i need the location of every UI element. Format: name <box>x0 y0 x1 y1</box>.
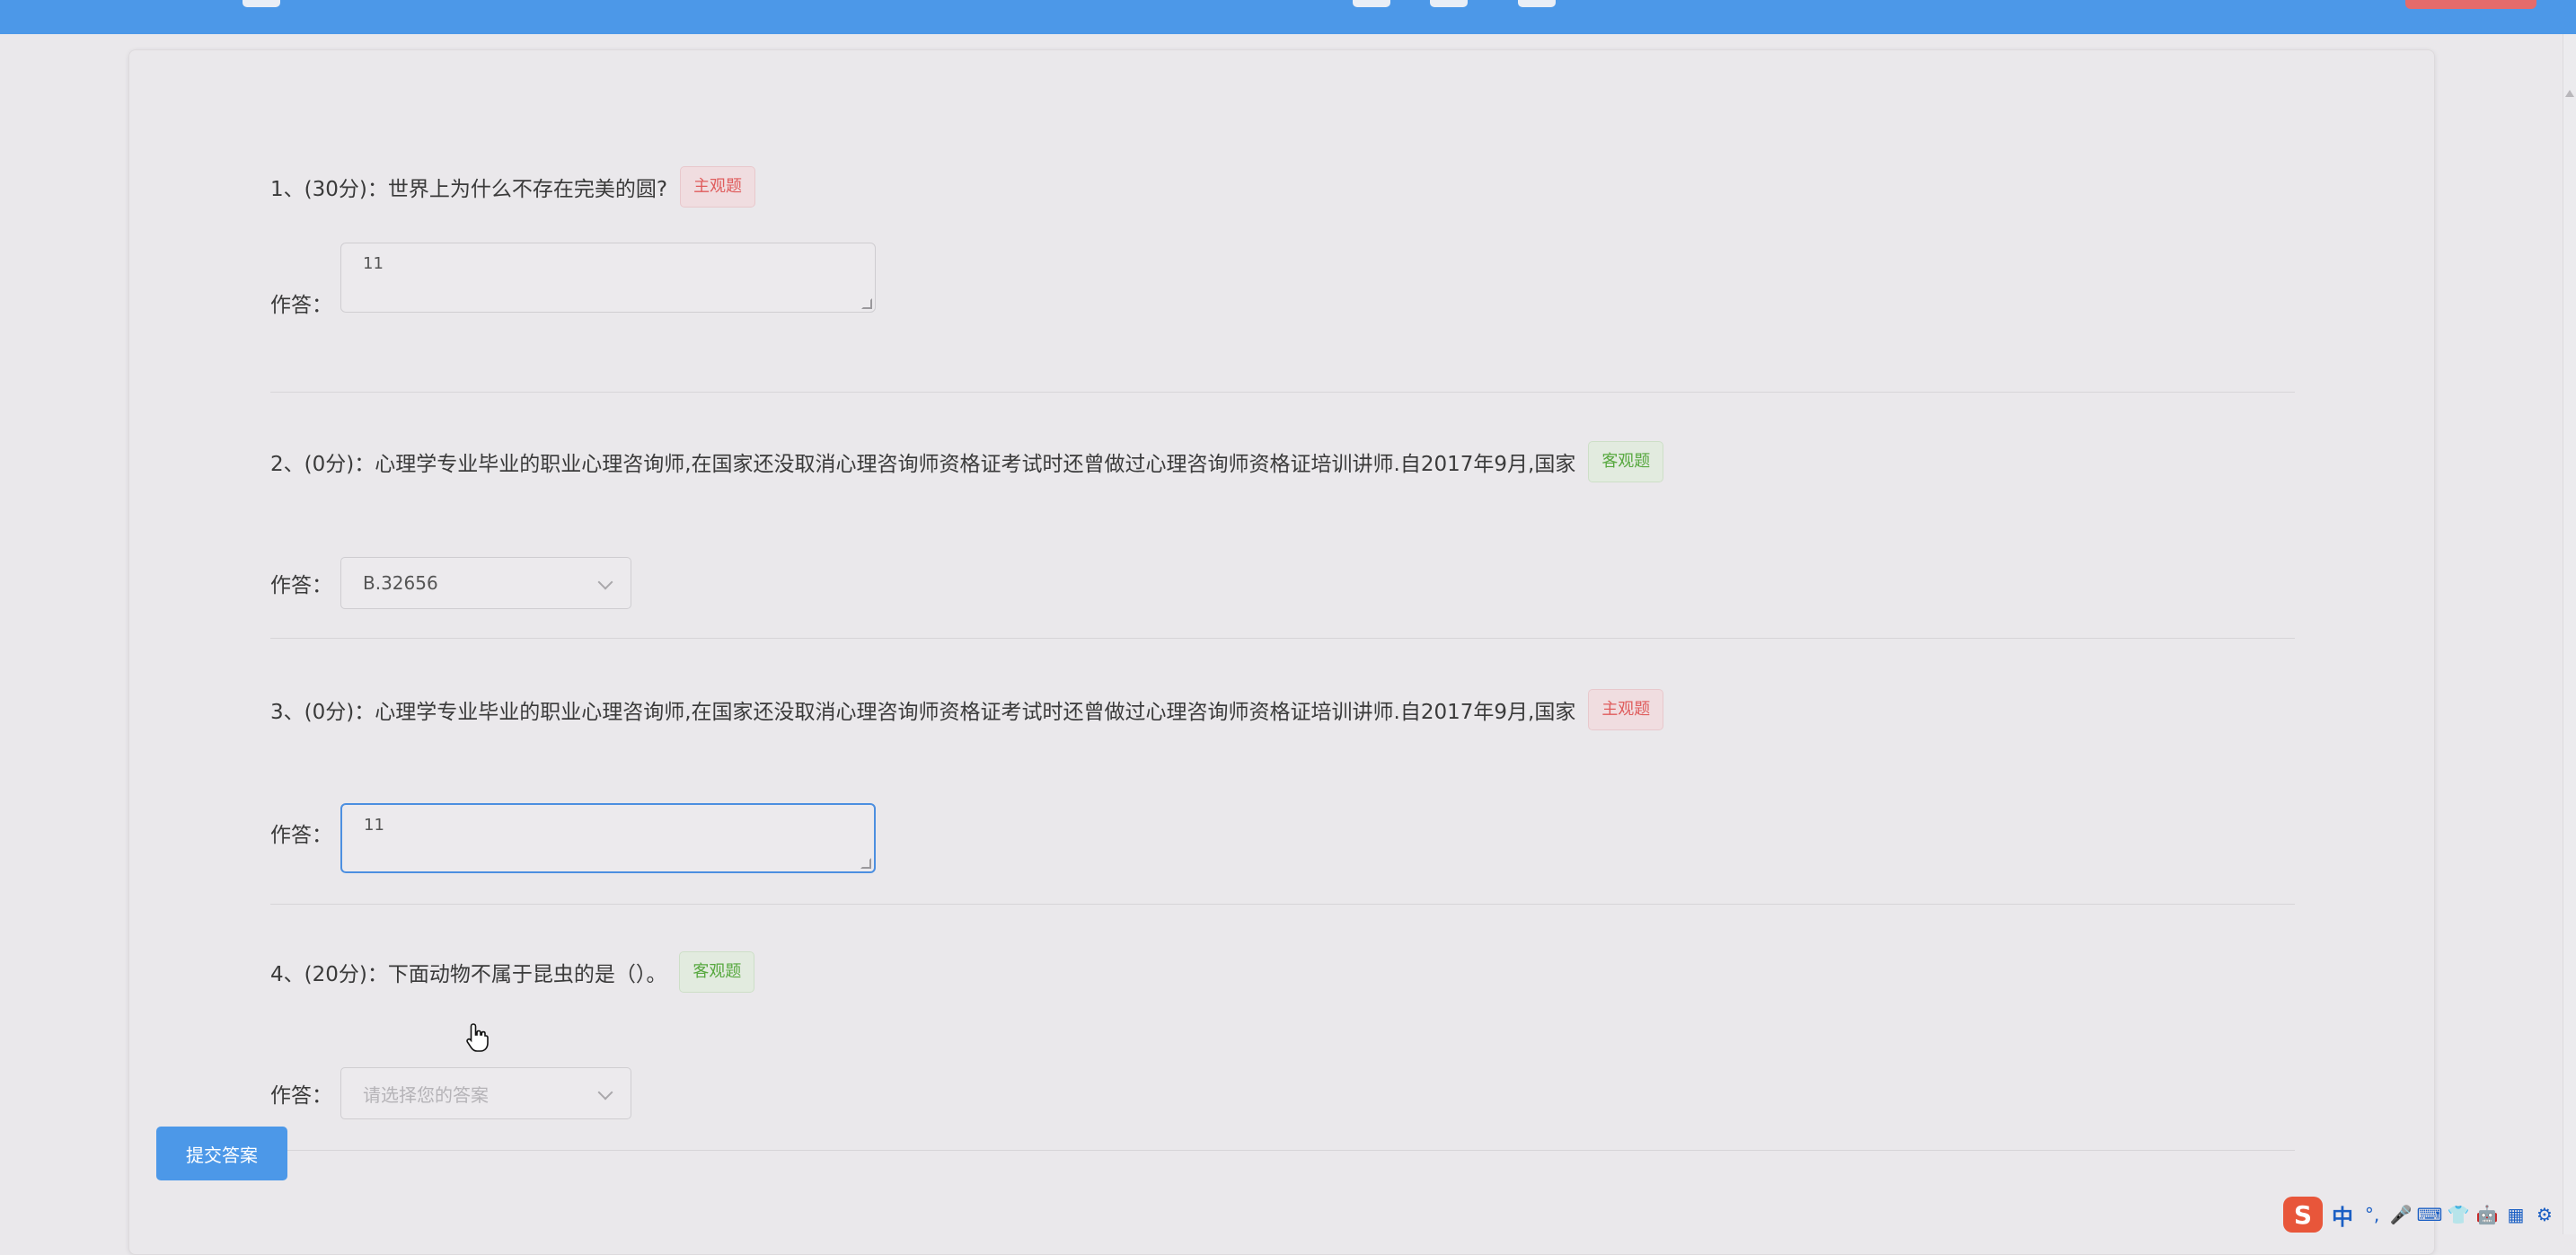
chevron-down-icon <box>597 1084 613 1100</box>
resize-handle-icon[interactable] <box>860 858 871 869</box>
ime-tray: S 中 °, 🎤 ⌨ 👕 🤖 ▦ ⚙ <box>2280 1195 2576 1234</box>
question-title: 4、(20分)：下面动物不属于昆虫的是（）。 客观题 <box>270 950 755 994</box>
top-bar-control[interactable] <box>243 0 280 7</box>
answer-select[interactable]: B.32656 <box>340 557 631 609</box>
punctuation-icon[interactable]: °, <box>2362 1204 2382 1225</box>
sogou-ime-icon[interactable]: S <box>2283 1197 2323 1233</box>
top-bar-control[interactable] <box>1353 0 1390 7</box>
question-text: 4、(20分)：下面动物不属于昆虫的是（）。 <box>270 963 667 986</box>
question-text: 3、(0分)：心理学专业毕业的职业心理咨询师,在国家还没取消心理咨询师资格证考试… <box>270 701 1576 724</box>
top-bar <box>0 0 2576 34</box>
answer-label: 作答： <box>270 294 332 317</box>
question-type-badge: 主观题 <box>1588 689 1664 730</box>
question-type-badge: 客观题 <box>679 951 755 993</box>
toolbox-icon[interactable]: ▦ <box>2506 1204 2526 1225</box>
question-4: 4、(20分)：下面动物不属于昆虫的是（）。 客观题 作答： 请选择您的答案 <box>270 904 2295 1151</box>
chevron-down-icon <box>597 574 613 590</box>
top-bar-control[interactable] <box>1518 0 1556 7</box>
skin-icon[interactable]: 👕 <box>2448 1204 2470 1225</box>
scrollbar[interactable] <box>2563 34 2576 1234</box>
answer-value: 11 <box>363 254 384 273</box>
selected-value: B.32656 <box>363 572 438 594</box>
resize-handle-icon[interactable] <box>861 298 872 309</box>
answer-label: 作答： <box>270 574 332 597</box>
exam-card: 1、(30分)：世界上为什么不存在完美的圆? 主观题 作答： 11 2、(0分)… <box>128 49 2435 1255</box>
submit-answers-button[interactable]: 提交答案 <box>156 1127 287 1180</box>
scroll-up-icon[interactable] <box>2565 90 2574 97</box>
question-text: 2、(0分)：心理学专业毕业的职业心理咨询师,在国家还没取消心理咨询师资格证考试… <box>270 453 1576 476</box>
answer-value: 11 <box>364 816 384 835</box>
question-type-badge: 主观题 <box>680 166 756 208</box>
answer-select[interactable]: 请选择您的答案 <box>340 1067 631 1119</box>
answer-label: 作答： <box>270 824 332 847</box>
question-1: 1、(30分)：世界上为什么不存在完美的圆? 主观题 作答： 11 <box>270 140 2295 393</box>
select-placeholder: 请选择您的答案 <box>363 1083 489 1106</box>
assistant-icon[interactable]: 🤖 <box>2476 1204 2499 1225</box>
chinese-mode-icon[interactable]: 中 <box>2332 1199 2353 1231</box>
settings-icon[interactable]: ⚙ <box>2535 1204 2554 1225</box>
question-text: 1、(30分)：世界上为什么不存在完美的圆? <box>270 178 668 201</box>
microphone-icon[interactable]: 🎤 <box>2390 1204 2413 1225</box>
question-2: 2、(0分)：心理学专业毕业的职业心理咨询师,在国家还没取消心理咨询师资格证考试… <box>270 392 2295 639</box>
question-type-badge: 客观题 <box>1588 441 1664 482</box>
keyboard-icon[interactable]: ⌨ <box>2417 1204 2443 1225</box>
answer-textarea[interactable]: 11 <box>340 803 876 873</box>
question-title: 1、(30分)：世界上为什么不存在完美的圆? 主观题 <box>270 165 756 208</box>
top-bar-control[interactable] <box>1430 0 1468 7</box>
hand-cursor-icon <box>466 1023 489 1052</box>
question-3: 3、(0分)：心理学专业毕业的职业心理咨询师,在国家还没取消心理咨询师资格证考试… <box>270 638 2295 905</box>
question-title: 3、(0分)：心理学专业毕业的职业心理咨询师,在国家还没取消心理咨询师资格证考试… <box>270 688 1664 731</box>
exit-button[interactable] <box>2405 0 2536 9</box>
question-title: 2、(0分)：心理学专业毕业的职业心理咨询师,在国家还没取消心理咨询师资格证考试… <box>270 440 1664 483</box>
answer-label: 作答： <box>270 1084 332 1108</box>
answer-textarea[interactable]: 11 <box>340 243 876 313</box>
